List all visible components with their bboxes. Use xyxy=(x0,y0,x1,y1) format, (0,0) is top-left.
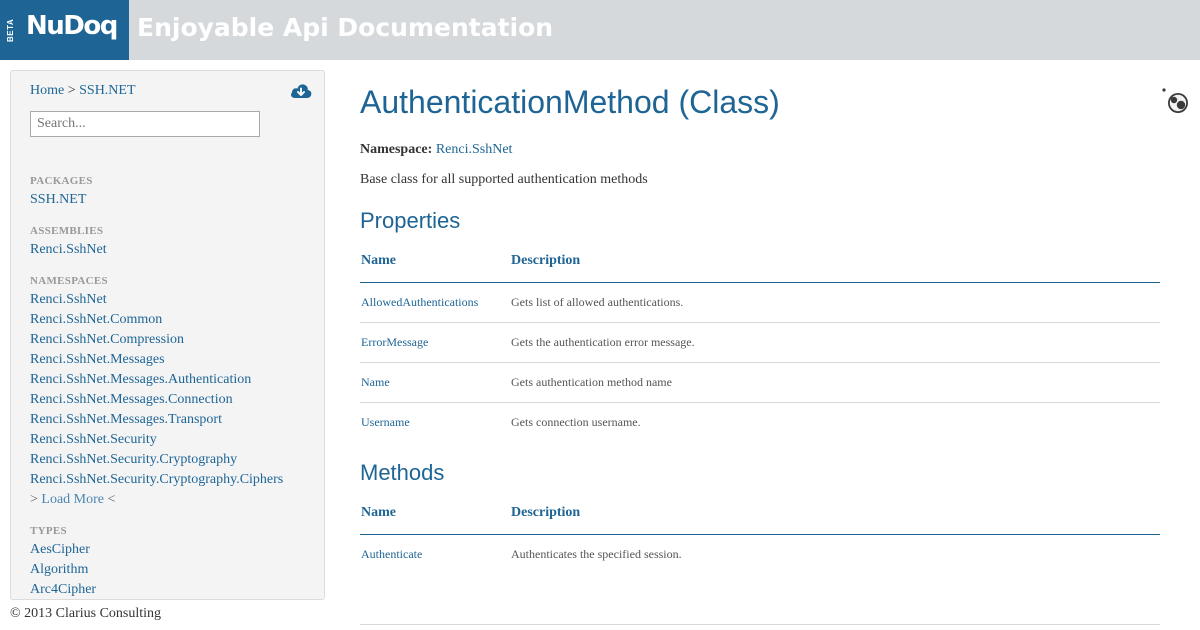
property-link[interactable]: AllowedAuthentications xyxy=(361,295,478,310)
breadcrumb-separator: > xyxy=(67,83,76,98)
table-header: Name Description xyxy=(360,241,1160,283)
assembly-link[interactable]: Renci.SshNet xyxy=(30,242,107,258)
octocat-icon[interactable] xyxy=(1161,87,1191,115)
properties-table: Name Description AllowedAuthentications … xyxy=(360,241,1160,443)
namespace-link[interactable]: Renci.SshNet.Security xyxy=(30,432,157,448)
namespace-link[interactable]: Renci.SshNet xyxy=(30,292,107,308)
method-description: Authenticates the specified session. xyxy=(511,547,682,561)
class-summary: Base class for all supported authenticat… xyxy=(360,172,648,187)
type-link[interactable]: Arc4Cipher xyxy=(30,582,96,598)
method-link[interactable]: Authenticate xyxy=(361,547,422,562)
namespaces-heading: NAMESPACES xyxy=(30,275,108,287)
top-header: BETA NuDoq Enjoyable Api Documentation xyxy=(0,0,1200,60)
methods-table: Name Description Authenticate Authentica… xyxy=(360,493,1160,575)
namespace-link[interactable]: Renci.SshNet.Messages xyxy=(30,352,165,368)
footer-copyright: © 2013 Clarius Consulting xyxy=(10,606,162,621)
breadcrumb-home-link[interactable]: Home xyxy=(30,83,64,98)
namespace-link[interactable]: Renci.SshNet.Messages.Transport xyxy=(30,412,222,428)
namespace-label: Namespace: xyxy=(360,142,433,157)
property-link[interactable]: ErrorMessage xyxy=(361,335,428,350)
column-header-description: Description xyxy=(511,253,581,268)
assemblies-heading: ASSEMBLIES xyxy=(30,225,104,237)
sidebar: Home > SSH.NET PACKAGES SSH.NET ASSEMBLI… xyxy=(10,70,325,600)
table-row: ErrorMessage Gets the authentication err… xyxy=(360,323,1160,363)
property-link[interactable]: Name xyxy=(361,375,390,390)
property-description: Gets list of allowed authentications. xyxy=(511,295,684,309)
property-link[interactable]: Username xyxy=(361,415,410,430)
table-row: Authenticate Authenticates the specified… xyxy=(360,535,1160,575)
breadcrumb-current-link[interactable]: SSH.NET xyxy=(79,83,135,98)
properties-heading: Properties xyxy=(360,208,461,233)
table-row: AllowedAuthentications Gets list of allo… xyxy=(360,283,1160,323)
table-header: Name Description xyxy=(360,493,1160,535)
load-more-suffix: < xyxy=(107,492,116,507)
namespace-link[interactable]: Renci.SshNet.Security.Cryptography.Ciphe… xyxy=(30,472,283,488)
namespace-link[interactable]: Renci.SshNet.Messages.Authentication xyxy=(30,372,251,388)
column-header-description: Description xyxy=(511,505,581,520)
type-link[interactable]: Algorithm xyxy=(30,562,88,578)
breadcrumb: Home > SSH.NET xyxy=(30,83,136,99)
search-input[interactable] xyxy=(30,111,260,137)
table-row: Name Gets authentication method name xyxy=(360,363,1160,403)
property-description: Gets the authentication error message. xyxy=(511,335,695,349)
package-link[interactable]: SSH.NET xyxy=(30,192,86,208)
namespace-link[interactable]: Renci.SshNet.Common xyxy=(30,312,162,328)
cloud-download-icon[interactable] xyxy=(290,82,312,100)
column-header-name: Name xyxy=(361,253,396,268)
load-more-link[interactable]: Load More xyxy=(41,492,104,507)
nudoq-logo[interactable]: BETA NuDoq xyxy=(0,0,129,60)
property-description: Gets connection username. xyxy=(511,415,641,429)
packages-heading: PACKAGES xyxy=(30,175,93,187)
beta-label: BETA xyxy=(6,18,15,42)
property-description: Gets authentication method name xyxy=(511,375,672,389)
column-header-name: Name xyxy=(361,505,396,520)
namespace-link[interactable]: Renci.SshNet.Messages.Connection xyxy=(30,392,233,408)
methods-heading: Methods xyxy=(360,460,445,485)
load-more: > Load More < xyxy=(30,492,115,508)
page-title: AuthenticationMethod (Class) xyxy=(360,84,780,120)
namespace-line: Namespace: Renci.SshNet xyxy=(360,142,512,158)
logo-text: NuDoq xyxy=(26,11,118,41)
namespace-link[interactable]: Renci.SshNet.Compression xyxy=(30,332,184,348)
namespace-link[interactable]: Renci.SshNet.Security.Cryptography xyxy=(30,452,237,468)
load-more-prefix: > xyxy=(30,492,38,507)
namespace-link[interactable]: Renci.SshNet xyxy=(436,142,513,157)
table-row: Username Gets connection username. xyxy=(360,403,1160,443)
types-heading: TYPES xyxy=(30,525,67,537)
type-link[interactable]: AesCipher xyxy=(30,542,90,558)
bottom-divider xyxy=(360,624,1160,625)
site-tagline: Enjoyable Api Documentation xyxy=(137,13,554,42)
